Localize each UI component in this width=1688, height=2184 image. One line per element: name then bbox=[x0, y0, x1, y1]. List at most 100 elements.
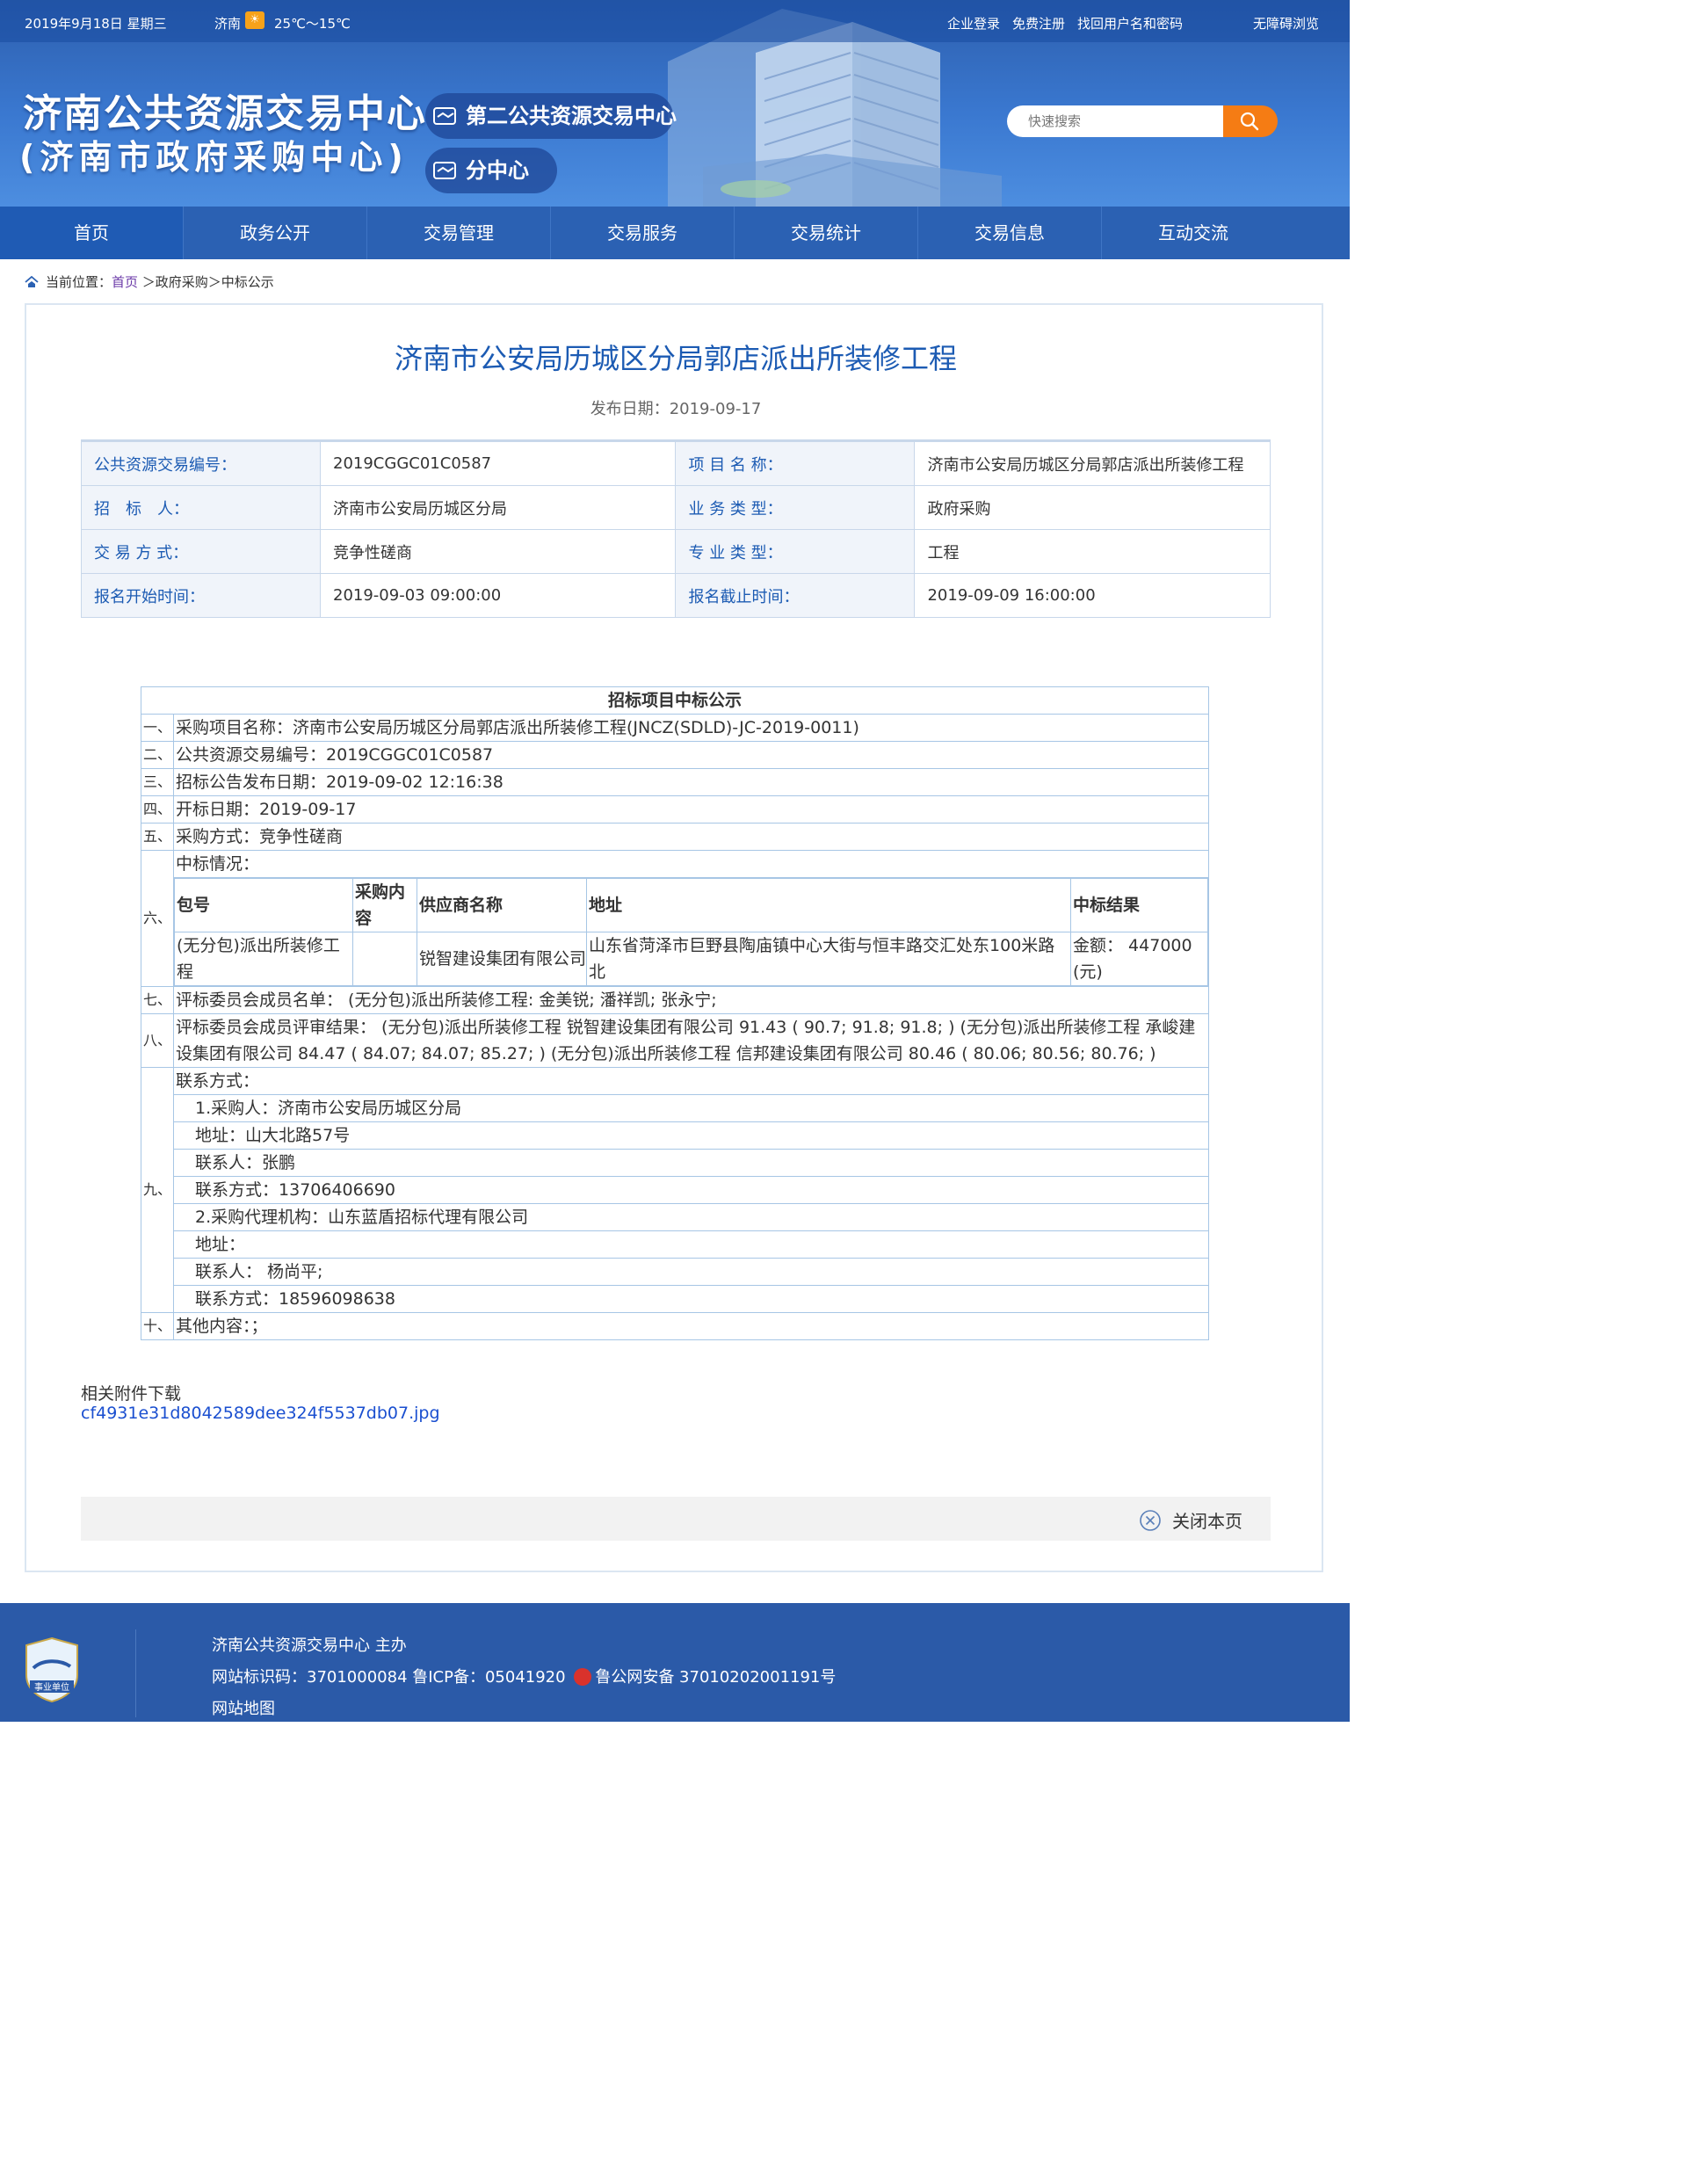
notice-title: 招标项目中标公示 bbox=[141, 686, 1209, 715]
contact-row: 联系人：张鹏 bbox=[141, 1149, 1209, 1177]
contact-line: 联系方式：18596098638 bbox=[173, 1285, 1209, 1313]
search-button[interactable] bbox=[1223, 105, 1278, 137]
item-number: 四、 bbox=[140, 795, 175, 824]
award-header-row: 包号 采购内容 供应商名称 地址 中标结果 bbox=[174, 878, 1208, 932]
info-label: 项 目 名 称： bbox=[675, 439, 916, 486]
article-panel: 济南市公安局历城区分局郭店派出所装修工程 发布日期：2019-09-17 公共资… bbox=[25, 303, 1323, 1572]
badge-text: 事业单位 bbox=[34, 1681, 69, 1693]
info-value: 济南市公安局历城区分局郭店派出所装修工程 bbox=[914, 439, 1271, 486]
footer-police-record[interactable]: 鲁公网安备 37010202001191号 bbox=[595, 1668, 836, 1687]
handshake-icon bbox=[433, 107, 456, 125]
nav-trade-management[interactable]: 交易管理 bbox=[367, 207, 551, 259]
notice-row: 七、 评标委员会成员名单： (无分包)派出所装修工程: 金美锐; 潘祥凯; 张永… bbox=[140, 986, 1209, 1014]
breadcrumb-prefix: 当前位置： bbox=[46, 274, 112, 290]
item-number: 六、 bbox=[140, 850, 175, 987]
col-address: 地址 bbox=[586, 878, 1072, 932]
info-label: 报名开始时间： bbox=[81, 573, 321, 618]
item-number: 三、 bbox=[140, 768, 175, 796]
footer-divider bbox=[135, 1629, 136, 1717]
police-badge-icon bbox=[574, 1668, 592, 1686]
item-number: 七、 bbox=[140, 986, 175, 1014]
nav-trade-info[interactable]: 交易信息 bbox=[918, 207, 1102, 259]
info-row: 报名开始时间： 2019-09-03 09:00:00 报名截止时间： 2019… bbox=[81, 573, 1271, 618]
col-result: 中标结果 bbox=[1070, 878, 1208, 932]
accessible-browsing-link[interactable]: 无障碍浏览 bbox=[1253, 14, 1319, 33]
free-register-link[interactable]: 免费注册 bbox=[1012, 14, 1065, 33]
current-date: 2019年9月18日 星期三 bbox=[25, 16, 167, 32]
item-text: 开标日期：2019-09-17 bbox=[173, 795, 1209, 824]
sitemap-link[interactable]: 网站地图 bbox=[212, 1696, 275, 1719]
contact-line: 联系方式：13706406690 bbox=[173, 1176, 1209, 1204]
item-text: 其他内容：； bbox=[173, 1312, 1209, 1340]
notice-row: 四、 开标日期：2019-09-17 bbox=[140, 795, 1209, 824]
nav-home[interactable]: 首页 bbox=[0, 207, 184, 259]
breadcrumb-home-link[interactable]: 首页 bbox=[112, 274, 138, 290]
cell-package: (无分包)派出所装修工程 bbox=[174, 932, 354, 986]
quick-search-input[interactable] bbox=[1007, 105, 1246, 137]
item-number: 二、 bbox=[140, 741, 175, 769]
col-supplier: 供应商名称 bbox=[417, 878, 588, 932]
contact-row: 联系人： 杨尚平; bbox=[141, 1258, 1209, 1286]
contact-line: 联系人： 杨尚平; bbox=[173, 1258, 1209, 1286]
contact-line: 地址： bbox=[173, 1230, 1209, 1259]
nav-trade-service[interactable]: 交易服务 bbox=[551, 207, 735, 259]
publish-date-value: 2019-09-17 bbox=[669, 400, 762, 418]
close-page-button[interactable]: 关闭本页 bbox=[1139, 1507, 1242, 1533]
info-value: 2019-09-03 09:00:00 bbox=[319, 573, 677, 618]
breadcrumb-rest: ＞政府采购＞中标公示 bbox=[138, 274, 274, 290]
cell-address: 山东省菏泽市巨野县陶庙镇中心大街与恒丰路交汇处东100米路北 bbox=[586, 932, 1072, 986]
item-text: 采购项目名称：济南市公安局历城区分局郭店派出所装修工程(JNCZ(SDLD)-J… bbox=[173, 714, 1209, 742]
site-footer: 事业单位 济南公共资源交易中心 主办 网站标识码：3701000084 鲁ICP… bbox=[0, 1603, 1350, 1722]
info-value: 工程 bbox=[914, 529, 1271, 574]
footer-site-id: 网站标识码：3701000084 鲁ICP备：05041920 bbox=[212, 1668, 566, 1687]
contact-row: 地址：山大北路57号 bbox=[141, 1121, 1209, 1150]
notice-title-row: 招标项目中标公示 bbox=[141, 686, 1209, 715]
notice-row: 五、 采购方式：竞争性磋商 bbox=[140, 823, 1209, 851]
search-icon bbox=[1240, 112, 1259, 131]
nav-trade-statistics[interactable]: 交易统计 bbox=[735, 207, 918, 259]
info-row: 招 标 人： 济南市公安局历城区分局 业 务 类 型： 政府采购 bbox=[81, 485, 1271, 530]
info-value: 2019-09-09 16:00:00 bbox=[914, 573, 1271, 618]
info-label: 交 易 方 式： bbox=[81, 529, 321, 574]
info-label: 公共资源交易编号： bbox=[81, 439, 321, 486]
notice-row: 九、 联系方式： bbox=[140, 1067, 1209, 1313]
top-bar: 2019年9月18日 星期三 济南 ☀ 25℃～15℃ 企业登录 免费注册 找回… bbox=[0, 0, 1350, 42]
article-title: 济南市公安局历城区分局郭店派出所装修工程 bbox=[394, 342, 957, 375]
item-number: 十、 bbox=[140, 1312, 175, 1340]
bid-award-notice-table: 招标项目中标公示 一、 采购项目名称：济南市公安局历城区分局郭店派出所装修工程(… bbox=[140, 686, 1209, 1340]
nav-government-affairs[interactable]: 政务公开 bbox=[184, 207, 367, 259]
contact-row: 2.采购代理机构：山东蓝盾招标代理有限公司 bbox=[141, 1203, 1209, 1231]
cell-result: 金额： 447000 (元) bbox=[1070, 932, 1208, 986]
notice-row: 十、 其他内容：； bbox=[140, 1312, 1209, 1340]
info-value: 竞争性磋商 bbox=[319, 529, 677, 574]
close-circle-icon bbox=[1140, 1510, 1161, 1531]
project-info-table: 公共资源交易编号： 2019CGGC01C0587 项 目 名 称： 济南市公安… bbox=[81, 439, 1271, 618]
attachment-download-link[interactable]: cf4931e31d8042589dee324f5537db07.jpg bbox=[81, 1404, 440, 1423]
second-center-link[interactable]: 第二公共资源交易中心 bbox=[425, 93, 677, 139]
close-bar: 关闭本页 bbox=[81, 1497, 1271, 1541]
public-institution-badge-icon: 事业单位 bbox=[25, 1636, 78, 1703]
info-row: 交 易 方 式： 竞争性磋商 专 业 类 型： 工程 bbox=[81, 529, 1271, 574]
page: 2019年9月18日 星期三 济南 ☀ 25℃～15℃ 企业登录 免费注册 找回… bbox=[0, 0, 1688, 2184]
item-number: 九、 bbox=[140, 1067, 175, 1313]
cell-supplier: 锐智建设集团有限公司 bbox=[417, 932, 588, 986]
info-label: 招 标 人： bbox=[81, 485, 321, 530]
cell-content bbox=[352, 932, 418, 986]
handshake-icon bbox=[433, 162, 456, 179]
close-page-label: 关闭本页 bbox=[1172, 1511, 1242, 1532]
weather-temperature: 25℃～15℃ bbox=[274, 16, 351, 32]
item-number: 八、 bbox=[140, 1013, 175, 1068]
contact-line: 2.采购代理机构：山东蓝盾招标代理有限公司 bbox=[173, 1203, 1209, 1231]
enterprise-login-link[interactable]: 企业登录 bbox=[947, 14, 1000, 33]
weather-city: 济南 bbox=[214, 16, 242, 32]
info-value: 2019CGGC01C0587 bbox=[319, 439, 677, 486]
nav-interaction[interactable]: 互动交流 bbox=[1102, 207, 1285, 259]
contact-line: 联系人：张鹏 bbox=[173, 1149, 1209, 1177]
info-value: 济南市公安局历城区分局 bbox=[319, 485, 677, 530]
award-subtable-row: 包号 采购内容 供应商名称 地址 中标结果 (无分包)派出所装修工程 锐智建设集… bbox=[141, 877, 1209, 987]
info-label: 业 务 类 型： bbox=[675, 485, 916, 530]
recover-account-link[interactable]: 找回用户名和密码 bbox=[1077, 14, 1183, 33]
contact-line: 1.采购人：济南市公安局历城区分局 bbox=[173, 1094, 1209, 1122]
footer-host: 济南公共资源交易中心 主办 bbox=[212, 1636, 407, 1655]
branch-center-link[interactable]: 分中心 bbox=[425, 148, 557, 193]
